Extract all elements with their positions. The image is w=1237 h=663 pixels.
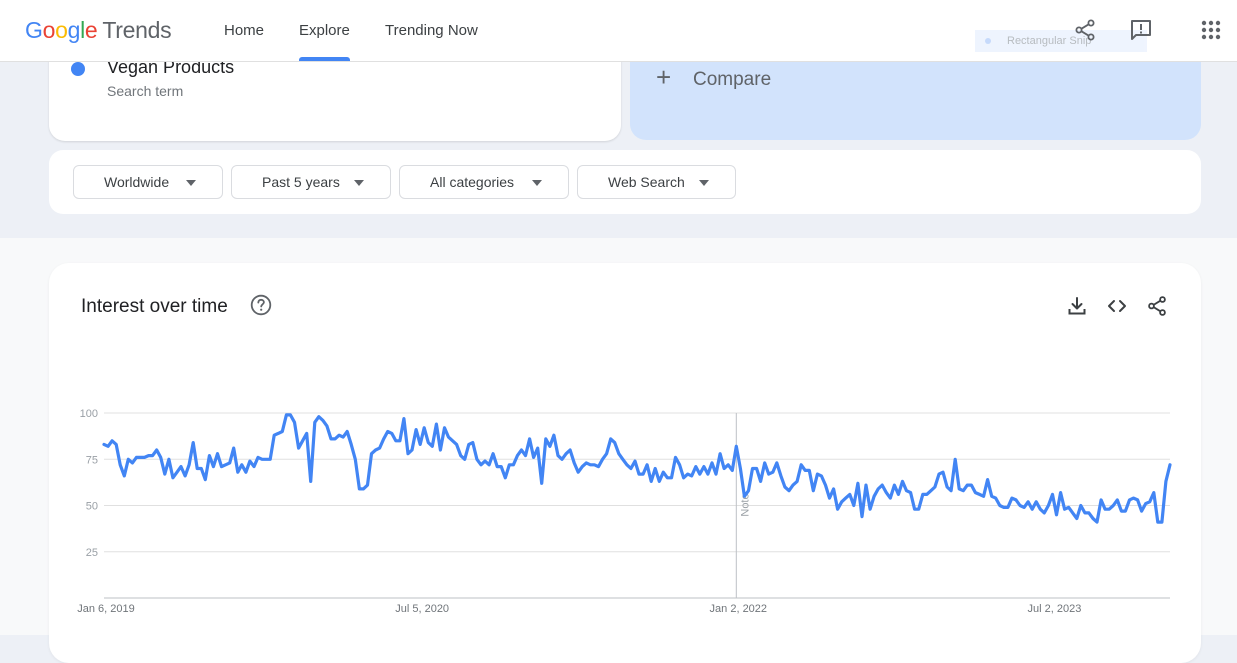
help-icon[interactable] (250, 294, 272, 316)
category-filter-label: All categories (430, 174, 515, 190)
dropdown-arrow-icon (186, 180, 196, 186)
time-range-filter-label: Past 5 years (262, 174, 340, 190)
compare-label: Compare (693, 69, 772, 90)
y-tick-label: 50 (86, 501, 98, 513)
dropdown-arrow-icon (354, 180, 364, 186)
x-tick-label: Jan 2, 2022 (710, 603, 768, 615)
share-icon[interactable] (1073, 18, 1097, 42)
nav-home-label: Home (224, 22, 265, 39)
google-trends-logo[interactable]: Google Trends (25, 17, 172, 44)
feedback-icon[interactable] (1129, 18, 1153, 42)
filter-bar: Worldwide Past 5 years All categories We… (49, 150, 1201, 214)
share-icon[interactable] (1146, 295, 1168, 317)
top-app-bar: Google Trends Home Explore Trending Now R… (0, 0, 1237, 62)
chart-title: Interest over time (81, 296, 228, 317)
nav-explore[interactable]: Explore (299, 0, 350, 61)
x-tick-label: Jul 2, 2023 (1028, 603, 1082, 615)
x-tick-label: Jan 6, 2019 (77, 603, 135, 615)
snip-dot-icon (985, 38, 991, 44)
term-color-dot (71, 62, 85, 76)
search-type-filter-label: Web Search (608, 174, 685, 190)
x-tick-label: Jul 5, 2020 (395, 603, 449, 615)
nav-trending-now[interactable]: Trending Now (385, 0, 478, 61)
apps-icon[interactable] (1199, 18, 1223, 42)
active-tab-indicator (299, 57, 350, 61)
plus-icon: + (656, 62, 672, 92)
rectangular-snip-tooltip: Rectangular Snip (975, 30, 1147, 52)
nav-explore-label: Explore (299, 22, 350, 39)
location-filter-label: Worldwide (104, 174, 170, 190)
logo-trends: Trends (102, 17, 172, 43)
y-tick-label: 25 (86, 547, 98, 559)
location-filter[interactable]: Worldwide (73, 165, 223, 199)
search-term-type: Search term (107, 83, 184, 99)
category-filter[interactable]: All categories (399, 165, 569, 199)
y-tick-label: 100 (80, 408, 98, 420)
dropdown-arrow-icon (699, 180, 709, 186)
y-tick-label: 75 (86, 454, 98, 466)
dropdown-arrow-icon (532, 180, 542, 186)
logo-google: Google (25, 17, 98, 43)
nav-home[interactable]: Home (224, 0, 264, 61)
time-range-filter[interactable]: Past 5 years (231, 165, 391, 199)
embed-icon[interactable] (1106, 295, 1128, 317)
download-icon[interactable] (1066, 295, 1088, 317)
search-type-filter[interactable]: Web Search (577, 165, 736, 199)
nav-trending-now-label: Trending Now (385, 22, 478, 39)
